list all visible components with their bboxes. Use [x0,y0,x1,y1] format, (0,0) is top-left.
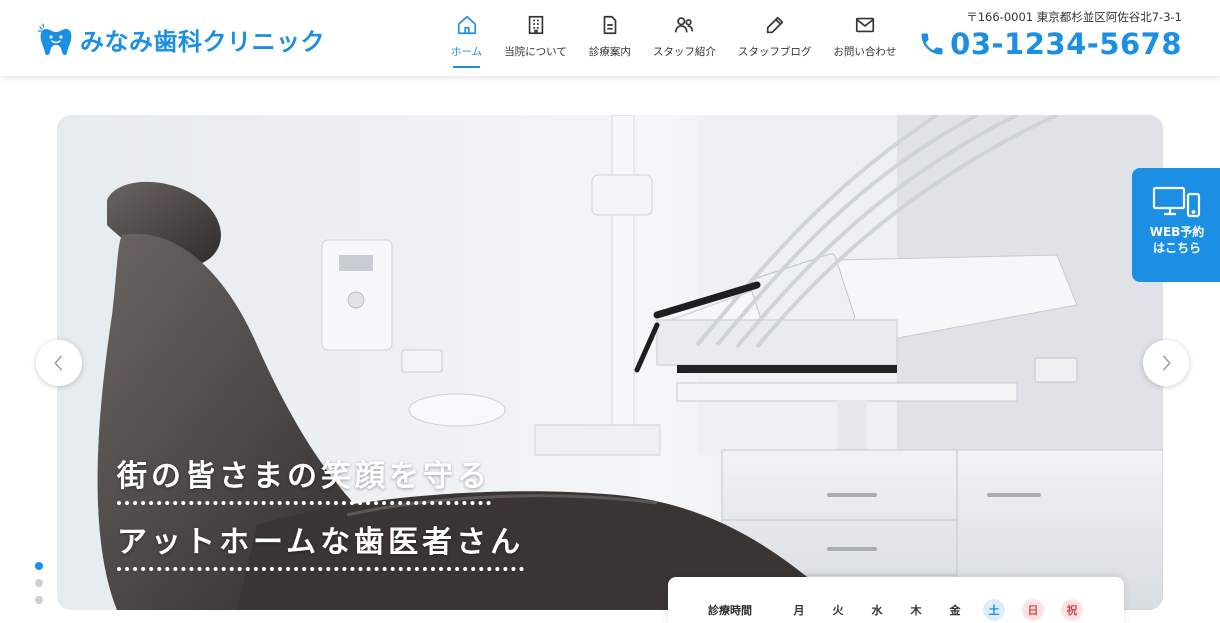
phone-row[interactable]: 03-1234-5678 [918,27,1182,61]
site-logo[interactable]: みなみ歯科クリニック [38,22,325,57]
slider-dot-1[interactable] [35,562,43,570]
web-reservation-button[interactable]: WEB予約 はこちら [1132,168,1220,282]
slider-next-button[interactable] [1143,340,1189,386]
web-reservation-line2: はこちら [1152,241,1201,255]
nav-label-contact: お問い合わせ [833,46,897,58]
nav-label-blog: スタッフブログ [737,46,812,58]
nav-item-staff[interactable]: スタッフ紹介 [642,14,727,59]
nav-label-staff: スタッフ紹介 [652,46,716,58]
main-nav: ホーム 当院について 診療案内 スタッフ紹介 スタッフブログ お問い合わせ [440,14,907,68]
nav-item-services[interactable]: 診療案内 [578,14,642,59]
nav-item-about[interactable]: 当院について [493,14,578,59]
hero-tagline: 街の皆さまの笑顔を守る アットホームな歯医者さん [117,451,525,583]
home-icon [457,15,476,35]
nav-item-contact[interactable]: お問い合わせ [822,14,907,59]
nav-item-blog[interactable]: スタッフブログ [727,14,823,59]
hero-slider: 街の皆さまの笑顔を守る アットホームな歯医者さん [57,115,1163,610]
slider-prev-button[interactable] [36,340,82,386]
tooth-logo-icon [38,22,72,55]
nav-label-about: 当院について [504,46,567,58]
slider-dot-2[interactable] [35,579,43,587]
chevron-right-icon [1163,355,1171,371]
address-text: 〒166-0001 東京都杉並区阿佐谷北7-3-1 [966,10,1182,24]
devices-icon [1152,186,1201,218]
day-wed: 水 [871,604,883,617]
pencil-icon [766,16,783,34]
chevron-left-icon [54,355,62,371]
day-fri: 金 [949,604,961,617]
nav-label-services: 診療案内 [588,46,631,58]
slider-pagination [35,562,43,613]
users-icon [675,17,694,33]
mail-icon [855,17,874,33]
slider-dot-3[interactable] [35,596,43,604]
phone-number[interactable]: 03-1234-5678 [950,27,1182,61]
web-reservation-line1: WEB予約 [1149,225,1205,239]
clinic-hours-card: 診療時間 月 火 水 木 金 土 日 祝 [668,577,1124,623]
phone-icon [921,33,943,55]
day-holiday: 祝 [1061,599,1083,621]
day-tue: 火 [832,604,844,617]
hero-tagline-line2: アットホームな歯医者さん [117,517,525,571]
brand-name: みなみ歯科クリニック [80,28,325,56]
hours-title: 診療時間 [708,604,752,617]
day-sat: 土 [983,599,1005,621]
site-header: みなみ歯科クリニック ホーム 当院について 診療案内 スタッフ紹介 スタッフブロ… [0,0,1220,76]
day-mon: 月 [793,604,805,617]
day-sun: 日 [1022,599,1044,621]
document-icon [603,15,617,35]
nav-item-home[interactable]: ホーム [440,14,493,68]
contact-info: 〒166-0001 東京都杉並区阿佐谷北7-3-1 03-1234-5678 [918,9,1182,61]
building-icon [528,15,543,35]
hero-tagline-line1: 街の皆さまの笑顔を守る [117,451,491,505]
nav-label-home: ホーム [451,46,483,58]
day-thu: 木 [910,604,922,617]
